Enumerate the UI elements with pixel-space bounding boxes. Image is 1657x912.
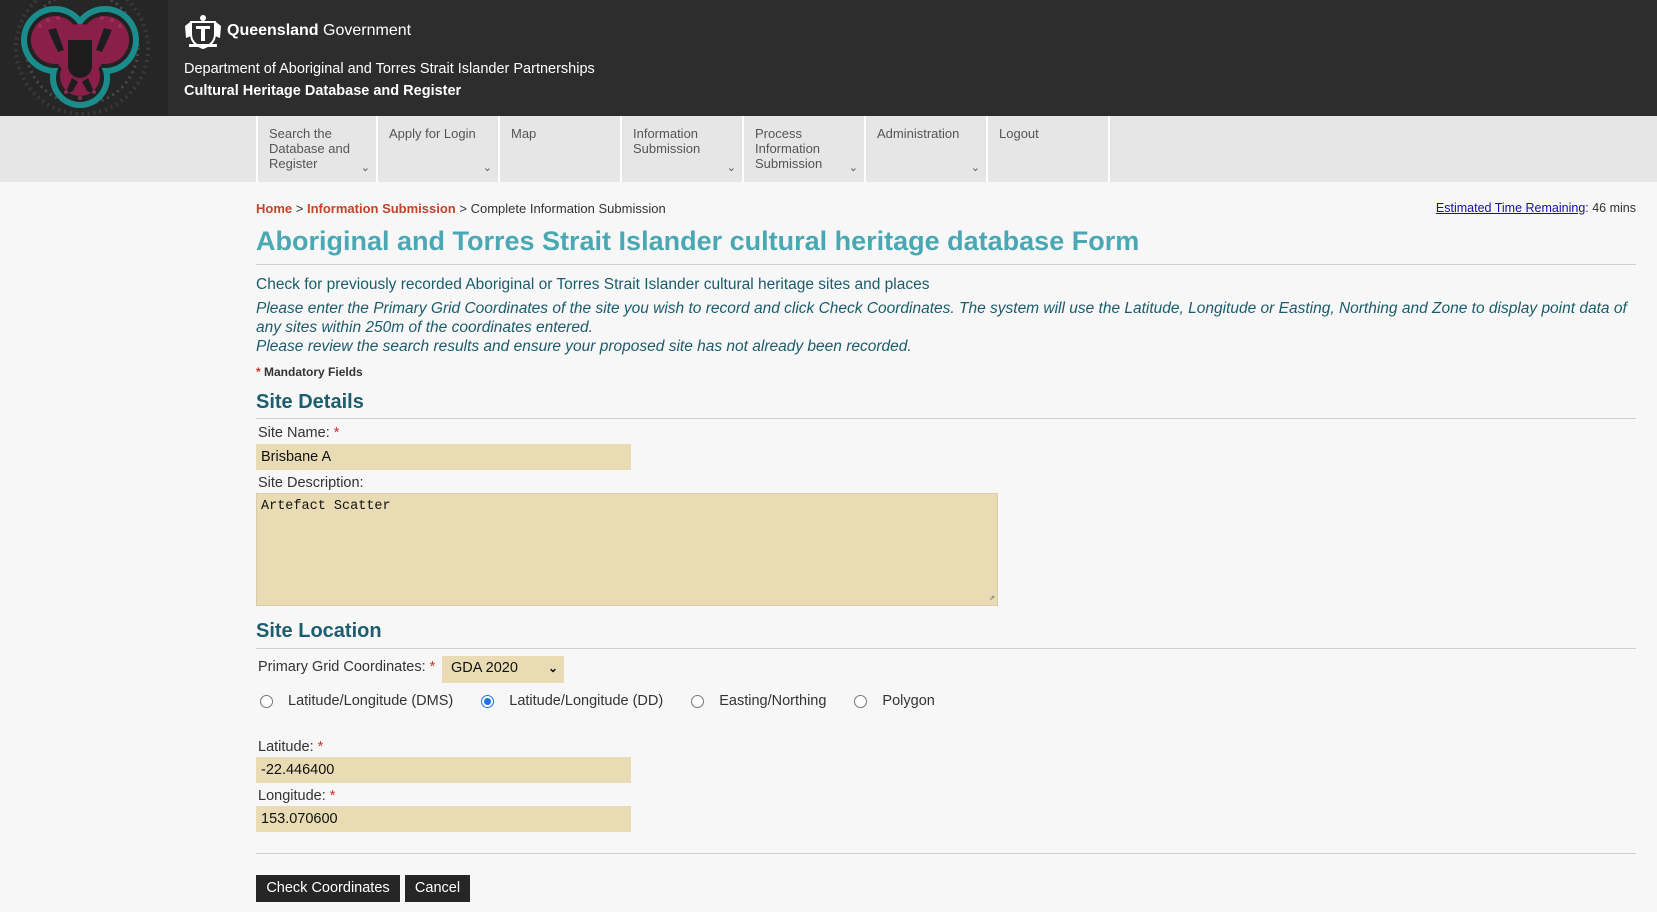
divider — [256, 648, 1636, 649]
site-name-input[interactable] — [256, 444, 631, 470]
nav-label: Logout — [999, 126, 1039, 141]
brand-rest: Government — [318, 22, 412, 39]
check-coordinates-button[interactable]: Check Coordinates — [256, 875, 400, 902]
intro-instruction: Please enter the Primary Grid Coordinate… — [256, 300, 1627, 336]
site-location-heading: Site Location — [256, 620, 382, 642]
department-name: Department of Aboriginal and Torres Stra… — [184, 61, 595, 77]
label-text: Longitude: — [258, 788, 326, 804]
nav-map[interactable]: Map — [500, 116, 622, 182]
brand-bold: Queensland — [227, 22, 319, 39]
nav-information-submission[interactable]: Information Submission ⌄ — [622, 116, 744, 182]
mandatory-note: * Mandatory Fields — [256, 365, 363, 379]
breadcrumb-information-submission[interactable]: Information Submission — [307, 201, 456, 216]
divider — [256, 264, 1636, 265]
chevron-down-icon: ⌄ — [726, 162, 736, 174]
aboriginal-artwork-logo — [0, 0, 168, 116]
resize-handle-icon[interactable]: ⇗ — [989, 594, 995, 604]
radio-button-selected[interactable] — [481, 694, 495, 708]
required-star: * — [317, 739, 324, 755]
longitude-label: Longitude: * — [258, 788, 335, 804]
site-details-heading: Site Details — [256, 391, 364, 413]
required-star: * — [329, 788, 336, 804]
radio-easting-northing[interactable]: Easting/Northing — [691, 693, 826, 709]
radio-polygon[interactable]: Polygon — [854, 693, 935, 709]
nav-label: Apply for Login — [389, 126, 476, 141]
radio-label: Easting/Northing — [719, 693, 827, 709]
breadcrumb-separator: > — [459, 201, 467, 216]
queensland-crest-icon — [183, 12, 223, 50]
nav-process-submission[interactable]: Process Information Submission ⌄ — [744, 116, 866, 182]
system-name: Cultural Heritage Database and Register — [184, 83, 462, 99]
nav-administration[interactable]: Administration ⌄ — [866, 116, 988, 182]
radio-label: Latitude/Longitude (DMS) — [288, 693, 454, 709]
nav-label: Search the Database and Register — [269, 126, 350, 171]
required-star: * — [333, 425, 340, 441]
nav-search[interactable]: Search the Database and Register ⌄ — [256, 116, 378, 182]
chevron-down-icon: ⌄ — [848, 162, 858, 174]
cancel-button[interactable]: Cancel — [405, 875, 470, 902]
latitude-input[interactable] — [256, 757, 631, 783]
label-text: Latitude: — [258, 739, 314, 755]
required-star: * — [256, 365, 261, 379]
label-text: Primary Grid Coordinates: — [258, 659, 426, 675]
latitude-label: Latitude: * — [258, 739, 323, 755]
session-timer: Estimated Time Remaining: 46 mins — [1436, 201, 1636, 215]
chevron-down-icon: ⌄ — [360, 162, 370, 174]
nav-label: Process Information Submission — [755, 126, 823, 171]
radio-button[interactable] — [854, 694, 868, 708]
divider — [256, 418, 1636, 419]
radio-label: Polygon — [882, 693, 935, 709]
radio-label: Latitude/Longitude (DD) — [509, 693, 664, 709]
intro-text: Check for previously recorded Aboriginal… — [256, 275, 1636, 356]
estimated-time-link[interactable]: Estimated Time Remaining — [1436, 201, 1585, 215]
primary-grid-label: Primary Grid Coordinates: * — [258, 659, 435, 675]
intro-lead: Check for previously recorded Aboriginal… — [256, 276, 930, 293]
chevron-down-icon: ⌄ — [482, 162, 492, 174]
breadcrumb-home[interactable]: Home — [256, 201, 292, 216]
brand-text: Queensland Government — [227, 22, 411, 40]
coordinate-format-radios: Latitude/Longitude (DMS) Latitude/Longit… — [260, 693, 963, 709]
longitude-input[interactable] — [256, 806, 631, 832]
nav-label: Information Submission — [633, 126, 701, 156]
site-description-label: Site Description: — [258, 475, 364, 491]
description-value: Artefact Scatter — [261, 499, 391, 514]
divider — [256, 853, 1636, 854]
main-nav: Search the Database and Register ⌄ Apply… — [0, 116, 1657, 182]
radio-button[interactable] — [260, 694, 273, 708]
radio-lat-long-dms[interactable]: Latitude/Longitude (DMS) — [260, 693, 453, 709]
time-remaining-value: : 46 mins — [1585, 201, 1636, 215]
nav-logout[interactable]: Logout — [988, 116, 1110, 182]
radio-button[interactable] — [691, 694, 705, 708]
nav-label: Map — [511, 126, 537, 141]
required-star: * — [429, 659, 436, 675]
site-description-textarea[interactable]: Artefact Scatter ⇗ — [256, 493, 998, 606]
site-name-label: Site Name: * — [258, 425, 339, 441]
intro-instruction-review: Please review the search results and ens… — [256, 338, 912, 355]
label-text: Site Name: — [258, 425, 330, 441]
select-value: GDA 2020 — [451, 660, 518, 676]
breadcrumb-separator: > — [295, 201, 304, 216]
breadcrumb: Home > Information Submission > Complete… — [256, 201, 666, 216]
page-title: Aboriginal and Torres Strait Islander cu… — [256, 226, 1140, 256]
radio-lat-long-dd[interactable]: Latitude/Longitude (DD) — [481, 693, 663, 709]
nav-label: Administration — [877, 126, 960, 141]
queensland-government-brand[interactable]: Queensland Government — [183, 12, 411, 50]
mandatory-label: Mandatory Fields — [264, 365, 363, 379]
site-header: Queensland Government Department of Abor… — [0, 0, 1657, 116]
chevron-down-icon: ⌄ — [970, 162, 980, 174]
breadcrumb-current: Complete Information Submission — [470, 201, 666, 216]
nav-apply-login[interactable]: Apply for Login ⌄ — [378, 116, 500, 182]
primary-grid-select[interactable]: GDA 2020 ⌄ — [442, 656, 564, 683]
chevron-down-icon: ⌄ — [547, 661, 558, 675]
